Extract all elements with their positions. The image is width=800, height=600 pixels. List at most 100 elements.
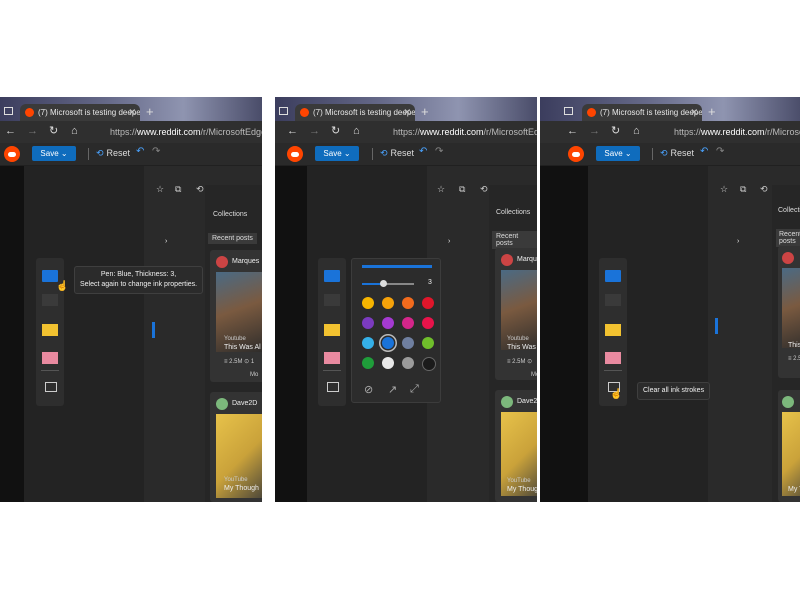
chevron-right-icon[interactable]: › (165, 238, 167, 245)
back-icon[interactable]: ← (287, 125, 298, 138)
reset-button[interactable]: ⟲ Reset (96, 147, 130, 160)
window-menu-icon[interactable] (564, 107, 573, 115)
favorites-star-icon[interactable]: ☆ (156, 184, 164, 195)
home-icon[interactable]: ⌂ (633, 125, 640, 138)
tab-strip: (7) Microsoft is testing deeper i ✕ + (0, 97, 262, 121)
reddit-favicon-icon (587, 108, 596, 118)
reset-button[interactable]: ⟲ Reset (380, 147, 414, 160)
color-swatch[interactable] (362, 317, 374, 329)
browser-tab[interactable]: (7) Microsoft is testing deeper i ✕ (582, 104, 702, 121)
color-swatch[interactable] (382, 317, 394, 329)
post-card-2[interactable]: Dave2D YouTube My Though (210, 392, 262, 502)
new-tab-icon[interactable]: + (146, 104, 154, 120)
more-link[interactable]: Mo (250, 372, 258, 378)
reset-button[interactable]: ⟲ Reset (660, 147, 694, 160)
home-icon[interactable]: ⌂ (353, 125, 360, 138)
refresh-icon[interactable]: ↻ (49, 125, 58, 138)
color-swatch[interactable] (422, 317, 434, 329)
url-field[interactable]: https://www.reddit.com/r/MicrosoftEdge/c… (674, 124, 800, 140)
color-swatch[interactable] (362, 357, 374, 369)
history-icon[interactable]: ⟲ (760, 184, 768, 195)
highlighter-pink-tool[interactable] (605, 352, 621, 364)
collections-icon[interactable]: ⧉ (459, 184, 465, 195)
collections-tab[interactable]: Collections (496, 209, 530, 216)
window-menu-icon[interactable] (4, 107, 13, 115)
pen-blue-tool[interactable] (324, 270, 340, 282)
color-swatch[interactable] (402, 357, 414, 369)
favorites-star-icon[interactable]: ☆ (720, 184, 728, 195)
collections-tab[interactable]: Collections (778, 207, 800, 214)
color-swatch[interactable] (382, 357, 394, 369)
highlighter-yellow-tool[interactable] (324, 324, 340, 336)
highlighter-pink-tool[interactable] (324, 352, 340, 364)
color-swatch[interactable] (402, 317, 414, 329)
refresh-icon[interactable]: ↻ (331, 125, 340, 138)
color-swatch[interactable] (422, 357, 436, 371)
save-button[interactable]: Save ⌄ (315, 146, 359, 161)
undo-icon[interactable]: ↶ (700, 146, 708, 157)
clear-ink-icon[interactable] (45, 382, 57, 392)
new-tab-icon[interactable]: + (421, 104, 429, 120)
color-swatch[interactable] (362, 337, 374, 349)
color-swatch[interactable] (422, 337, 434, 349)
browser-tab[interactable]: (7) Microsoft is testing deeper i ✕ (20, 104, 140, 121)
pen-grey-tool[interactable] (605, 294, 621, 306)
post-card-1[interactable]: Marques Youtube This Was Al ≡ 2.5M ⊙ Mo (495, 248, 537, 380)
close-tab-icon[interactable]: ✕ (690, 104, 698, 121)
post-card-1[interactable]: This Was Al ≡ 2.5M (778, 246, 800, 378)
pen-blue-tool[interactable] (605, 270, 621, 282)
thickness-slider-knob[interactable] (380, 280, 387, 287)
pen-tip-expand-icon[interactable]: ⤢ (410, 383, 419, 396)
address-bar-row: ← → ↻ ⌂ https://www.reddit.com/r/Microso… (0, 121, 262, 143)
redo-icon[interactable]: ↷ (435, 146, 443, 157)
post-source: Youtube (224, 336, 246, 342)
back-icon[interactable]: ← (5, 125, 16, 138)
color-swatch[interactable] (382, 297, 394, 309)
close-tab-icon[interactable]: ✕ (128, 104, 136, 121)
pen-tip-icon[interactable]: ↗ (388, 383, 397, 396)
pen-grey-tool[interactable] (42, 294, 58, 306)
collections-tab[interactable]: Collections (213, 211, 247, 218)
forward-icon[interactable]: → (589, 125, 600, 138)
forward-icon[interactable]: → (27, 125, 38, 138)
back-icon[interactable]: ← (567, 125, 578, 138)
more-link[interactable]: Mo (531, 372, 537, 378)
post-card-1[interactable]: Marques Youtube This Was Al ≡ 2.5M ⊙ 1 M… (210, 250, 262, 382)
url-field[interactable]: https://www.reddit.com/r/MicrosoftEdge/c… (393, 124, 537, 140)
browser-tab[interactable]: (7) Microsoft is testing deeper i ✕ (295, 104, 415, 121)
history-icon[interactable]: ⟲ (196, 184, 204, 195)
refresh-icon[interactable]: ↻ (611, 125, 620, 138)
pen-grey-tool[interactable] (324, 294, 340, 306)
undo-icon[interactable]: ↶ (136, 146, 144, 157)
post-card-2[interactable]: My Though (778, 390, 800, 502)
post-card-2[interactable]: Dave2D YouTube My Though (495, 390, 537, 502)
clear-ink-icon[interactable] (327, 382, 339, 392)
save-button[interactable]: Save ⌄ (32, 146, 76, 161)
color-swatch[interactable] (402, 337, 414, 349)
highlighter-yellow-tool[interactable] (42, 324, 58, 336)
undo-icon[interactable]: ↶ (419, 146, 427, 157)
redo-icon[interactable]: ↷ (716, 146, 724, 157)
chevron-right-icon[interactable]: › (448, 238, 450, 245)
color-swatch[interactable] (362, 297, 374, 309)
history-icon[interactable]: ⟲ (480, 184, 488, 195)
close-tab-icon[interactable]: ✕ (403, 104, 411, 121)
collections-icon[interactable]: ⧉ (740, 184, 746, 195)
color-swatch[interactable] (402, 297, 414, 309)
forward-icon[interactable]: → (309, 125, 320, 138)
highlighter-yellow-tool[interactable] (605, 324, 621, 336)
no-fill-icon[interactable]: ⊘ (364, 383, 373, 396)
save-button[interactable]: Save ⌄ (596, 146, 640, 161)
new-tab-icon[interactable]: + (708, 104, 716, 120)
collections-icon[interactable]: ⧉ (175, 184, 181, 195)
redo-icon[interactable]: ↷ (152, 146, 160, 157)
url-field[interactable]: https://www.reddit.com/r/MicrosoftEdge/c… (110, 124, 262, 140)
home-icon[interactable]: ⌂ (71, 125, 78, 138)
window-menu-icon[interactable] (279, 107, 288, 115)
favorites-star-icon[interactable]: ☆ (437, 184, 445, 195)
highlighter-pink-tool[interactable] (42, 352, 58, 364)
recent-posts-label: Recent posts (208, 233, 257, 244)
color-swatch[interactable] (382, 337, 394, 349)
chevron-right-icon[interactable]: › (737, 238, 739, 245)
color-swatch[interactable] (422, 297, 434, 309)
